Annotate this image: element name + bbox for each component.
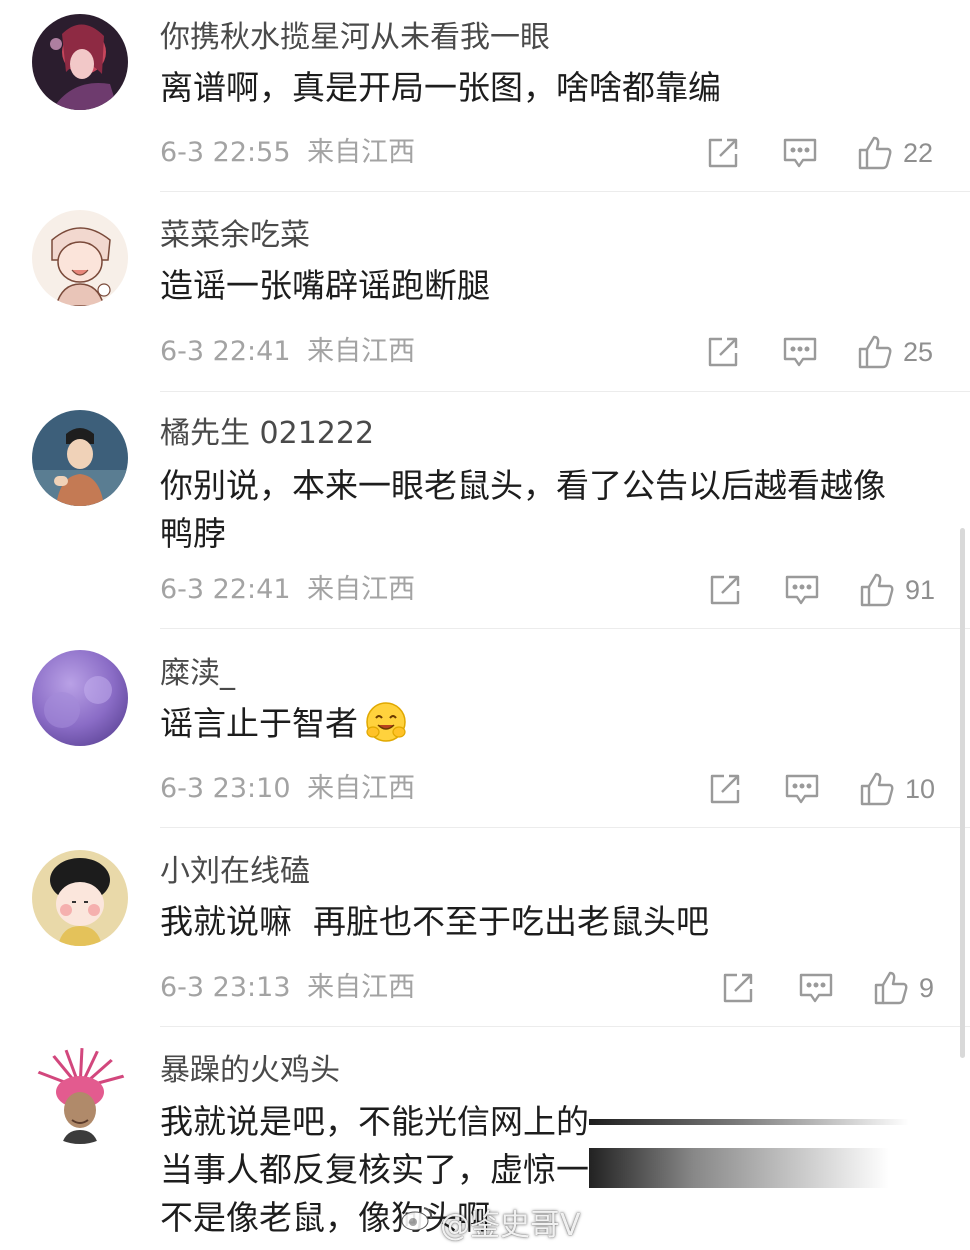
share-button[interactable]	[708, 570, 742, 610]
avatar[interactable]	[32, 410, 128, 506]
weibo-logo-icon	[400, 1204, 434, 1240]
username[interactable]: 暴躁的火鸡头	[160, 1053, 340, 1089]
scrollbar[interactable]	[960, 528, 965, 1058]
comment-button[interactable]	[782, 133, 818, 173]
comment-text-line: 造谣一张嘴辟谣跑断腿	[160, 266, 490, 305]
comment-text-line: 谣言止于智者	[160, 700, 930, 748]
like-button[interactable]: 22	[857, 133, 933, 173]
comment-text-line: 当事人都反复核实了，虚惊一	[160, 1146, 930, 1194]
comment-icon	[798, 971, 834, 1005]
comment-text-content: 当事人都反复核实了，虚惊一	[160, 1150, 589, 1189]
share-button[interactable]	[721, 968, 755, 1008]
comment-actions: 10	[0, 769, 970, 809]
watermark: @鉴史哥V	[400, 1200, 581, 1244]
like-count: 25	[903, 336, 934, 367]
share-icon	[708, 772, 742, 806]
comment-button[interactable]	[798, 968, 834, 1008]
share-icon	[706, 136, 740, 170]
avatar[interactable]	[32, 850, 128, 946]
comment-text-line: 离谱啊，真是开局一张图，啥啥都靠编	[160, 68, 721, 107]
comment-icon	[784, 573, 820, 607]
comment-text: 造谣一张嘴辟谣跑断腿	[160, 262, 930, 310]
username[interactable]: 你携秋水揽星河从未看我一眼	[160, 20, 550, 56]
username[interactable]: 小刘在线磕	[160, 854, 310, 890]
comment-actions: 91	[0, 570, 970, 610]
comment-actions: 22	[0, 133, 970, 173]
comment-text-line: 你别说，本来一眼老鼠头，看了公告以后越看越像	[160, 466, 886, 505]
divider	[160, 1026, 970, 1027]
comment-text-content: 我就说是吧，不能光信网上的	[160, 1102, 589, 1141]
comment-actions: 9	[0, 968, 970, 1008]
avatar[interactable]	[32, 14, 128, 110]
username[interactable]: 菜菜余吃菜	[160, 218, 310, 254]
share-button[interactable]	[706, 332, 740, 372]
redaction-fade	[589, 1147, 889, 1188]
comment-text: 我就说嘛 再脏也不至于吃出老鼠头吧	[160, 898, 930, 946]
avatar[interactable]	[32, 1048, 128, 1144]
divider	[160, 827, 970, 828]
share-button[interactable]	[708, 769, 742, 809]
redaction-fade	[589, 1118, 909, 1125]
divider	[160, 191, 970, 192]
comment-text: 你别说，本来一眼老鼠头，看了公告以后越看越像 鸭脖	[160, 462, 930, 558]
like-button[interactable]: 10	[859, 769, 935, 809]
comment-icon	[784, 772, 820, 806]
thumbs-up-icon	[857, 135, 893, 171]
comment-text: 谣言止于智者	[160, 700, 930, 748]
thumbs-up-icon	[857, 334, 893, 370]
like-button[interactable]: 91	[859, 570, 935, 610]
share-icon	[708, 573, 742, 607]
thumbs-up-icon	[859, 771, 895, 807]
hugging-face-emoji-icon	[364, 700, 408, 744]
comment-button[interactable]	[784, 570, 820, 610]
share-icon	[706, 335, 740, 369]
share-button[interactable]	[706, 133, 740, 173]
share-icon	[721, 971, 755, 1005]
thumbs-up-icon	[873, 970, 909, 1006]
comment-text-line: 我就说嘛 再脏也不至于吃出老鼠头吧	[160, 902, 709, 941]
username[interactable]: 糜渎_	[160, 656, 235, 692]
like-count: 22	[903, 137, 934, 168]
comment-text-line: 我就说是吧，不能光信网上的	[160, 1098, 930, 1146]
comment-button[interactable]	[784, 769, 820, 809]
like-button[interactable]: 25	[857, 332, 933, 372]
comment-text-line: 鸭脖	[160, 514, 226, 553]
comment-actions: 25	[0, 332, 970, 372]
divider	[160, 628, 970, 629]
like-count: 9	[919, 972, 935, 1003]
comment-text: 离谱啊，真是开局一张图，啥啥都靠编	[160, 64, 930, 112]
username[interactable]: 橘先生 021222	[160, 416, 374, 452]
like-count: 10	[905, 773, 936, 804]
avatar[interactable]	[32, 210, 128, 306]
comment-button[interactable]	[782, 332, 818, 372]
divider	[160, 391, 970, 392]
watermark-text: @鉴史哥V	[440, 1208, 581, 1243]
like-count: 91	[905, 574, 936, 605]
thumbs-up-icon	[859, 572, 895, 608]
comment-icon	[782, 136, 818, 170]
comment-text-content: 谣言止于智者	[160, 704, 358, 743]
like-button[interactable]: 9	[873, 968, 934, 1008]
comment-icon	[782, 335, 818, 369]
avatar[interactable]	[32, 650, 128, 746]
